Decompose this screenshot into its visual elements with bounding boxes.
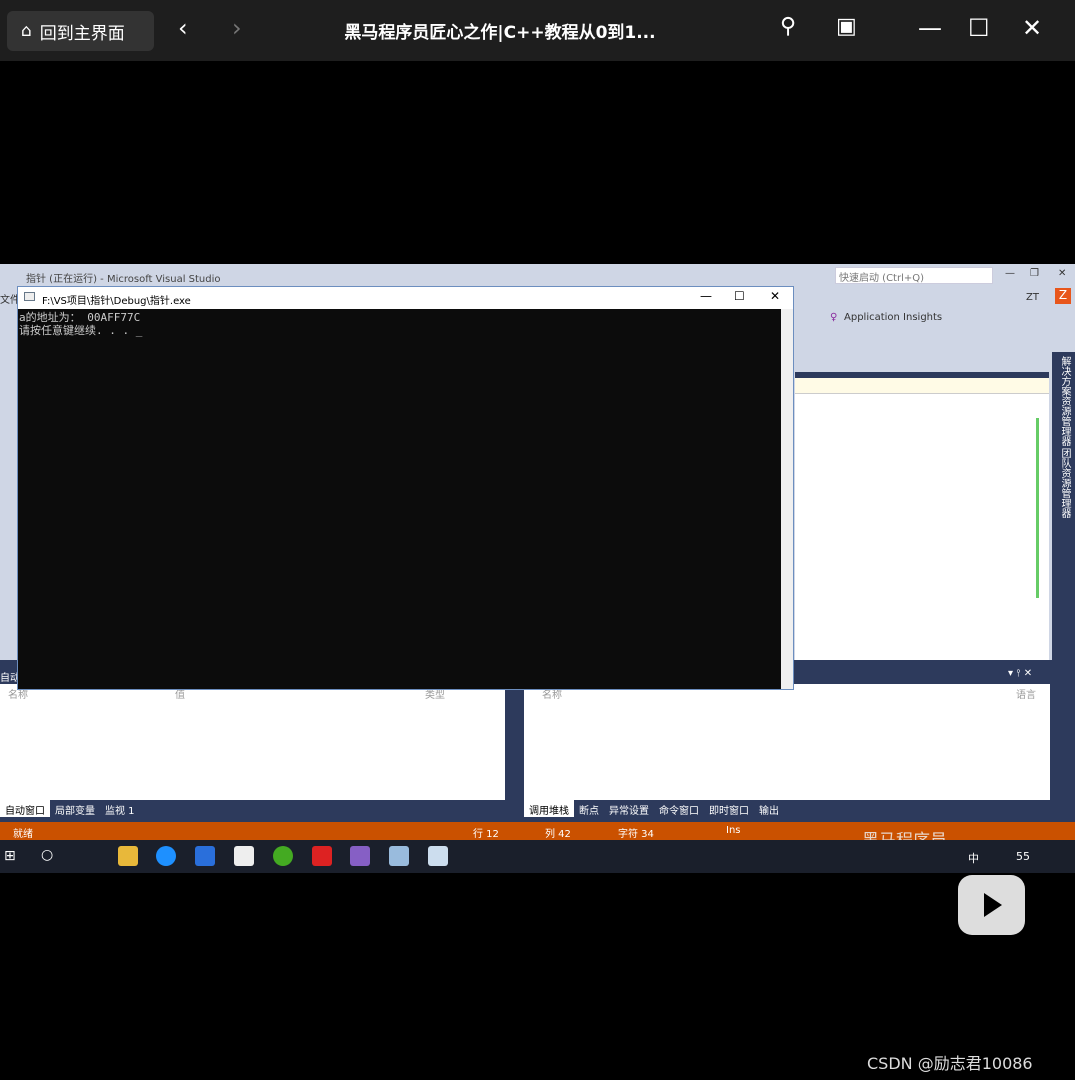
ime-indicator[interactable]: 中 — [968, 850, 979, 866]
panel-controls[interactable]: ▾ ⫯ ✕ — [1008, 668, 1032, 679]
search-icon[interactable]: ○ — [41, 847, 53, 863]
autos-panel: 名称 值 类型 — [0, 684, 505, 800]
left-panel-tabs: 自动窗口 局部变量 监视 1 — [0, 800, 140, 817]
vs-close-icon[interactable]: ✕ — [1058, 268, 1066, 279]
typora-icon[interactable] — [234, 846, 254, 866]
tab-command-window[interactable]: 命令窗口 — [654, 800, 704, 817]
col-language: 语言 — [1016, 690, 1036, 701]
tab-locals[interactable]: 局部变量 — [50, 800, 100, 817]
tab-watch1[interactable]: 监视 1 — [100, 800, 140, 817]
console-output: a的地址为： 00AFF77C 请按任意键继续. . . _ — [19, 311, 142, 337]
maximize-icon[interactable]: ☐ — [968, 14, 990, 42]
status-line: 行 12 — [473, 829, 499, 840]
console-scrollbar[interactable] — [781, 309, 793, 689]
tab-breakpoints[interactable]: 断点 — [574, 800, 604, 817]
tab-immediate-window[interactable]: 即时窗口 — [704, 800, 754, 817]
browser-icon[interactable] — [156, 846, 176, 866]
console-app-icon[interactable] — [428, 846, 448, 866]
tray-badge[interactable]: 55 — [1016, 850, 1030, 863]
bilibili-play-icon[interactable] — [958, 875, 1025, 935]
home-icon: ⌂ — [21, 21, 32, 41]
vs-title: 指针 (正在运行) - Microsoft Visual Studio — [26, 274, 221, 285]
player-top-bar: ⌂ 回到主界面 ‹ › 黑马程序员匠心之作|C++教程从0到1... ⚲ ▣ — … — [0, 0, 1075, 61]
xmind-icon[interactable] — [312, 846, 332, 866]
taskbar: ⊞ ○ 中 55 — [0, 840, 1075, 873]
csdn-watermark: CSDN @励志君10086 — [867, 1054, 1033, 1073]
user-name[interactable]: ZT — [1026, 292, 1039, 303]
console-minimize-icon[interactable]: — — [700, 289, 712, 303]
visual-studio-icon[interactable] — [350, 846, 370, 866]
console-line: a的地址为： 00AFF77C — [19, 311, 141, 324]
status-char: 字符 34 — [618, 829, 654, 840]
console-maximize-icon[interactable]: ☐ — [734, 289, 745, 303]
status-mode: Ins — [726, 825, 741, 836]
lightbulb-icon: ♀ — [830, 312, 838, 323]
video-title: 黑马程序员匠心之作|C++教程从0到1... — [344, 23, 656, 43]
tab-autos[interactable]: 自动窗口 — [0, 800, 50, 817]
pin-icon[interactable]: ⚲ — [780, 14, 796, 39]
tab-call-stack[interactable]: 调用堆栈 — [524, 800, 574, 817]
editor-area — [795, 372, 1049, 662]
console-window[interactable]: F:\VS项目\指针\Debug\指针.exe — ☐ ✕ a的地址为： 00A… — [17, 286, 794, 690]
change-indicator — [1036, 418, 1039, 598]
app-icon[interactable] — [273, 846, 293, 866]
console-app-icon — [24, 292, 35, 301]
vs-restore-icon[interactable]: ❐ — [1030, 268, 1039, 279]
forward-icon[interactable]: › — [232, 14, 242, 42]
paint-icon[interactable] — [389, 846, 409, 866]
status-ready: 就绪 — [13, 829, 33, 840]
right-panel-tabs: 调用堆栈 断点 异常设置 命令窗口 即时窗口 输出 — [524, 800, 784, 817]
quick-launch-input[interactable]: 快速启动 (Ctrl+Q) — [835, 267, 993, 284]
pip-icon[interactable]: ▣ — [836, 14, 857, 39]
status-col: 列 42 — [545, 829, 571, 840]
side-tab-strip: 解决方案资源管理器 团队资源管理器 — [1052, 352, 1075, 822]
home-button[interactable]: ⌂ 回到主界面 — [7, 11, 154, 51]
close-icon[interactable]: ✕ — [1022, 14, 1042, 42]
baidu-netdisk-icon[interactable] — [195, 846, 215, 866]
console-close-icon[interactable]: ✕ — [770, 289, 780, 303]
tab-output[interactable]: 输出 — [754, 800, 784, 817]
console-title: F:\VS项目\指针\Debug\指针.exe — [18, 287, 793, 309]
avatar[interactable]: Z — [1055, 288, 1071, 304]
console-line: 请按任意键继续. . . _ — [19, 324, 143, 337]
windows-start-icon[interactable]: ⊞ — [4, 848, 16, 864]
tab-team-explorer[interactable]: 团队资源管理器 — [1057, 448, 1072, 518]
vs-minimize-icon[interactable]: — — [1005, 268, 1015, 279]
tab-solution-explorer[interactable]: 解决方案资源管理器 — [1057, 356, 1072, 446]
tab-exception-settings[interactable]: 异常设置 — [604, 800, 654, 817]
back-icon[interactable]: ‹ — [178, 14, 188, 42]
application-insights-button[interactable]: Application Insights — [844, 312, 942, 323]
call-stack-panel: 名称 语言 — [524, 684, 1050, 800]
file-explorer-icon[interactable] — [118, 846, 138, 866]
minimize-icon[interactable]: — — [918, 14, 942, 42]
